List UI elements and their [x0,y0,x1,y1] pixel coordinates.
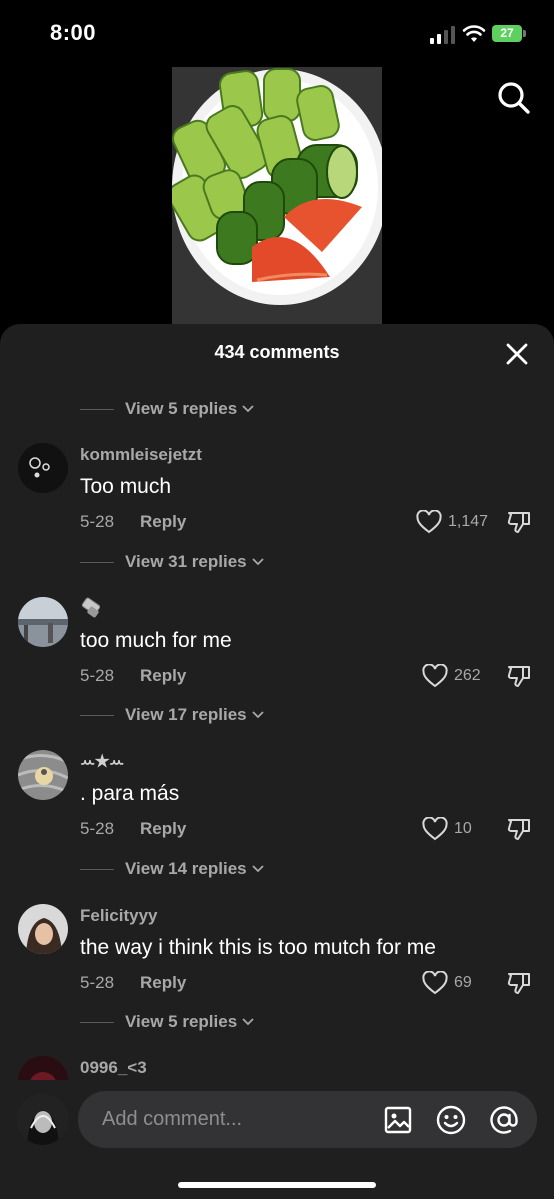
battery-tip [523,30,526,37]
view-replies-label: View 17 replies [125,705,247,724]
avatar[interactable] [18,443,68,493]
wifi-icon [462,25,486,42]
dislike-icon[interactable] [506,970,532,996]
comment-input[interactable]: Add comment... [78,1091,537,1148]
video-thumbnail[interactable] [172,67,382,325]
paper-roll-icon [81,597,101,618]
comment-item: kommleisejetzt Too much 5-28 Reply 1,147 [0,443,554,553]
comment-date: 5-28 [80,666,115,685]
search-icon[interactable] [496,80,532,116]
close-icon[interactable] [503,340,531,368]
comment-username[interactable]: Felicityyy [80,906,158,926]
comment-placeholder: Add comment... [102,1108,243,1130]
like-count: 10 [454,820,472,837]
dislike-icon[interactable] [506,816,532,842]
comment-item: Felicityyy the way i think this is too m… [0,904,554,1014]
divider [80,1021,114,1023]
comment-date: 5-28 [80,819,115,838]
battery-indicator: 27 [492,25,522,42]
view-replies-label: View 5 replies [125,1012,238,1031]
home-indicator [178,1182,376,1188]
heart-icon [422,664,448,688]
divider [80,868,114,870]
status-bar: 8:00 27 [0,0,554,66]
chevron-down-icon [242,405,254,413]
image-icon[interactable] [382,1104,414,1136]
reply-button[interactable]: Reply [140,973,186,993]
reply-button[interactable]: Reply [140,666,186,686]
view-replies-button[interactable]: View 5 replies [80,1010,254,1034]
like-button[interactable]: 69 [422,970,472,996]
avatar[interactable] [18,1056,68,1080]
heart-icon [422,971,448,995]
comment-text: the way i think this is too mutch for me [80,936,436,959]
signal-icon [430,26,455,44]
comment-item: ꕀ★ꕀ . para más 5-28 Reply 10 [0,750,554,860]
like-count: 1,147 [448,513,489,530]
avatar[interactable] [18,597,68,647]
comment-username[interactable]: kommleisejetzt [80,445,202,465]
heart-icon [422,817,448,841]
chevron-down-icon [242,1018,254,1026]
like-button[interactable]: 10 [422,816,472,842]
chevron-down-icon [251,558,264,566]
emoji-icon[interactable] [435,1104,467,1136]
comment-item: 0996_<3 [0,1056,554,1080]
divider [80,408,114,410]
dislike-icon[interactable] [506,663,532,689]
heart-icon [416,510,442,534]
chevron-down-icon [251,865,264,873]
reply-button[interactable]: Reply [140,819,186,839]
view-replies-label: View 5 replies [125,399,238,418]
comment-date: 5-28 [80,512,115,531]
mention-icon[interactable] [488,1104,520,1136]
comment-username[interactable]: ꕀ★ꕀ [80,752,124,772]
comment-composer: Add comment... [0,1082,554,1199]
avatar[interactable] [18,904,68,954]
reply-button[interactable]: Reply [140,512,186,532]
view-replies-button[interactable]: View 14 replies [80,857,264,881]
view-replies-button[interactable]: View 31 replies [80,550,264,574]
like-count: 262 [454,667,481,684]
view-replies-button[interactable]: View 5 replies [80,397,254,421]
comment-date: 5-28 [80,973,115,992]
like-button[interactable]: 262 [422,663,481,689]
avatar[interactable] [18,750,68,800]
like-button[interactable]: 1,147 [416,509,488,535]
comment-text: . para más [80,782,180,805]
comments-list[interactable]: View 5 replies kommleisejetzt Too much 5… [0,378,554,1080]
status-time: 8:00 [50,20,97,45]
comment-text: too much for me [80,629,232,652]
comments-sheet: 434 comments View 5 replies kommleisejet… [0,324,554,1199]
comment-text: Too much [80,475,172,498]
dislike-icon[interactable] [506,509,532,535]
divider [80,714,114,716]
avatar[interactable] [17,1094,68,1145]
cucumber-tomato-image [172,67,382,325]
view-replies-button[interactable]: View 17 replies [80,703,264,727]
comment-username[interactable]: 0996_<3 [80,1058,147,1078]
view-replies-label: View 31 replies [125,552,247,571]
divider [80,561,114,563]
chevron-down-icon [251,711,264,719]
view-replies-label: View 14 replies [125,859,247,878]
comment-item: too much for me 5-28 Reply 262 [0,597,554,707]
comments-count-title: 434 comments [214,342,340,362]
like-count: 69 [454,974,472,991]
